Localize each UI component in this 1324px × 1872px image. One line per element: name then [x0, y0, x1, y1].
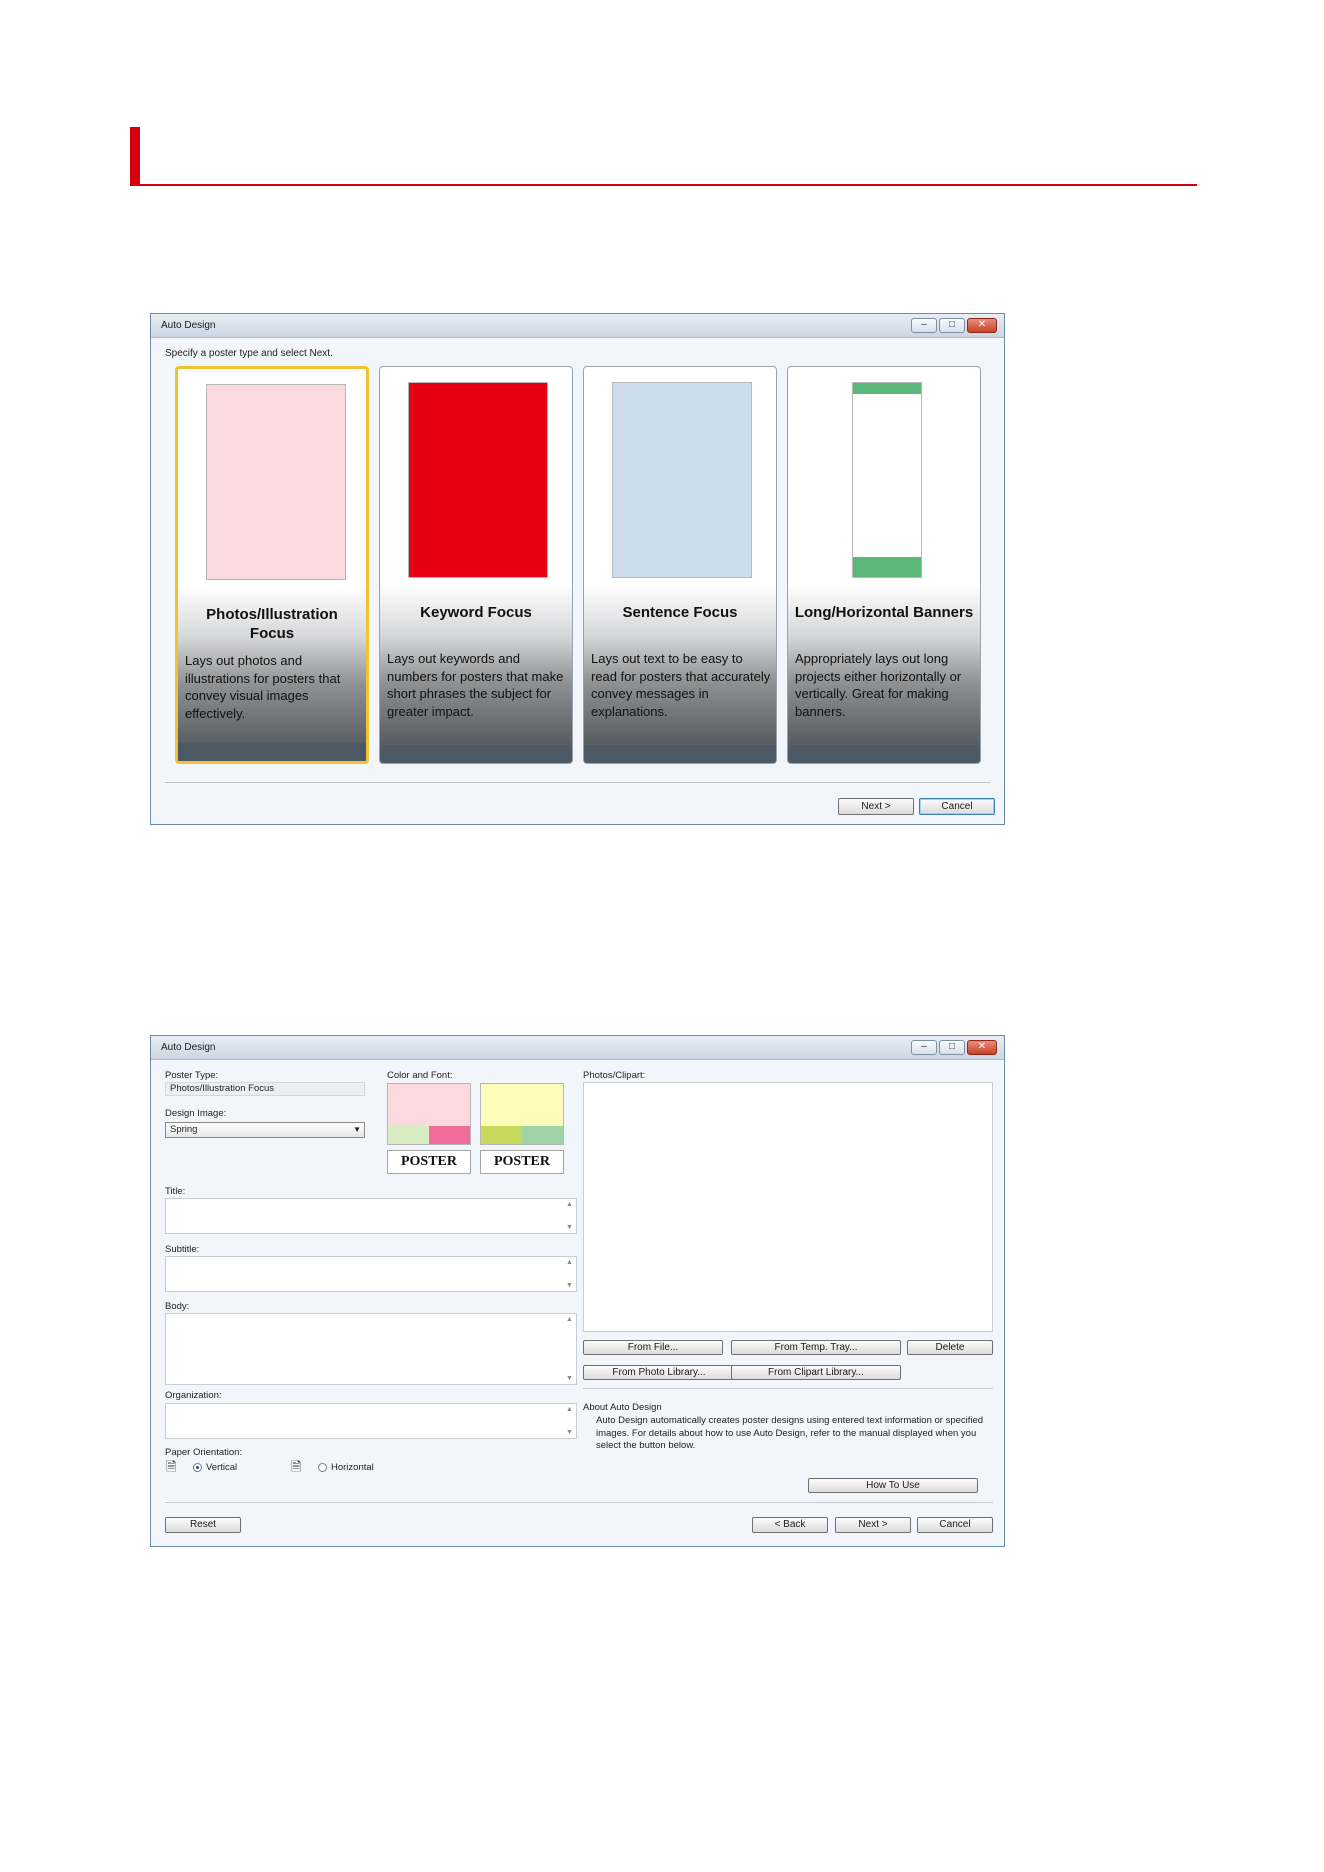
- minimize-icon[interactable]: –: [911, 1040, 937, 1055]
- heading-rule: [130, 184, 1197, 186]
- card-title: Keyword Focus: [420, 604, 532, 621]
- horizontal-radio[interactable]: [318, 1463, 327, 1472]
- card-description: Lays out photos and illustrations for po…: [185, 653, 341, 721]
- color-font-swatch-1[interactable]: [387, 1083, 471, 1145]
- poster-preview: [206, 384, 346, 580]
- horizontal-label[interactable]: Horizontal: [331, 1462, 374, 1473]
- chevron-down-icon: ▼: [353, 1125, 361, 1134]
- vertical-radio[interactable]: [193, 1463, 202, 1472]
- card-footer: [584, 745, 776, 763]
- design-image-dropdown[interactable]: Spring ▼: [165, 1122, 365, 1138]
- instruction-text: Specify a poster type and select Next.: [165, 348, 333, 359]
- card-title: Sentence Focus: [622, 604, 738, 621]
- scrollbar[interactable]: ▲ ▼: [565, 1406, 574, 1436]
- title-bar: Auto Design – □ ✕: [151, 314, 1004, 338]
- subtitle-label: Subtitle:: [165, 1244, 200, 1255]
- card-footer: [380, 745, 572, 763]
- swatch-accent-color: [481, 1126, 522, 1144]
- about-auto-design-text: Auto Design automatically creates poster…: [596, 1415, 984, 1451]
- scrollbar[interactable]: ▲ ▼: [565, 1259, 574, 1289]
- close-icon[interactable]: ✕: [967, 318, 997, 333]
- cancel-button[interactable]: Cancel: [919, 798, 995, 815]
- heading-marker: [130, 127, 140, 185]
- next-button[interactable]: Next >: [838, 798, 914, 815]
- poster-type-card-sentence[interactable]: Sentence Focus Lays out text to be easy …: [583, 366, 777, 764]
- swatch-main-color: [481, 1084, 563, 1128]
- swatch-accent-color: [522, 1126, 563, 1144]
- close-icon[interactable]: ✕: [967, 1040, 997, 1055]
- landscape-page-icon: 🗎: [291, 1459, 302, 1474]
- poster-type-label: Poster Type:: [165, 1070, 219, 1081]
- font-sample-2[interactable]: POSTER: [480, 1150, 564, 1174]
- title-field[interactable]: ▲ ▼: [165, 1198, 577, 1234]
- banner-stripe-bottom: [853, 557, 921, 577]
- from-photo-library-button[interactable]: From Photo Library...: [583, 1365, 735, 1380]
- auto-design-content-dialog: Auto Design – □ ✕ Poster Type: Photos/Il…: [150, 1035, 1005, 1547]
- card-title: Photos/Illustration Focus: [206, 606, 338, 642]
- how-to-use-button[interactable]: How To Use: [808, 1478, 978, 1493]
- scrollbar[interactable]: ▲ ▼: [565, 1201, 574, 1231]
- maximize-icon[interactable]: □: [939, 1040, 965, 1055]
- body-label: Body:: [165, 1301, 190, 1312]
- poster-type-card-photos[interactable]: Photos/Illustration Focus Lays out photo…: [175, 366, 369, 764]
- window-title: Auto Design: [161, 320, 216, 331]
- font-sample-1[interactable]: POSTER: [387, 1150, 471, 1174]
- next-button[interactable]: Next >: [835, 1517, 911, 1533]
- swatch-accent-color: [429, 1126, 470, 1144]
- divider: [165, 1502, 993, 1503]
- card-footer: [178, 743, 366, 761]
- color-font-swatch-2[interactable]: [480, 1083, 564, 1145]
- from-temp-tray-button[interactable]: From Temp. Tray...: [731, 1340, 901, 1355]
- auto-design-type-dialog: Auto Design – □ ✕ Specify a poster type …: [150, 313, 1005, 825]
- swatch-main-color: [388, 1084, 470, 1128]
- back-button[interactable]: < Back: [752, 1517, 828, 1533]
- card-description: Lays out text to be easy to read for pos…: [591, 651, 771, 719]
- color-font-label: Color and Font:: [387, 1070, 453, 1081]
- poster-type-card-banners[interactable]: Long/Horizontal Banners Appropriately la…: [787, 366, 981, 764]
- title-bar: Auto Design – □ ✕: [151, 1036, 1004, 1060]
- poster-type-card-keyword[interactable]: Keyword Focus Lays out keywords and numb…: [379, 366, 573, 764]
- banner-preview: [852, 382, 922, 578]
- body-field[interactable]: ▲ ▼: [165, 1313, 577, 1385]
- poster-preview: [612, 382, 752, 578]
- photos-clipart-area[interactable]: [583, 1082, 993, 1332]
- reset-button[interactable]: Reset: [165, 1517, 241, 1533]
- cancel-button[interactable]: Cancel: [917, 1517, 993, 1533]
- title-label: Title:: [165, 1186, 186, 1197]
- paper-orientation-label: Paper Orientation:: [165, 1447, 243, 1458]
- portrait-page-icon: 🗎: [166, 1459, 177, 1474]
- card-description: Lays out keywords and numbers for poster…: [387, 651, 564, 719]
- from-clipart-library-button[interactable]: From Clipart Library...: [731, 1365, 901, 1380]
- organization-field[interactable]: ▲ ▼: [165, 1403, 577, 1439]
- subtitle-field[interactable]: ▲ ▼: [165, 1256, 577, 1292]
- card-description: Appropriately lays out long projects eit…: [795, 651, 962, 719]
- vertical-label[interactable]: Vertical: [206, 1462, 237, 1473]
- delete-button[interactable]: Delete: [907, 1340, 993, 1355]
- design-image-value: Spring: [170, 1124, 198, 1135]
- poster-type-value: Photos/Illustration Focus: [165, 1082, 365, 1096]
- banner-stripe-top: [853, 383, 921, 394]
- scrollbar[interactable]: ▲ ▼: [565, 1316, 574, 1382]
- organization-label: Organization:: [165, 1390, 222, 1401]
- poster-preview: [408, 382, 548, 578]
- card-title: Long/Horizontal Banners: [794, 604, 974, 621]
- from-file-button[interactable]: From File...: [583, 1340, 723, 1355]
- photos-clipart-label: Photos/Clipart:: [583, 1070, 646, 1081]
- maximize-icon[interactable]: □: [939, 318, 965, 333]
- swatch-accent-color: [388, 1126, 429, 1144]
- window-title: Auto Design: [161, 1042, 216, 1053]
- divider: [583, 1388, 993, 1389]
- divider: [165, 782, 990, 783]
- minimize-icon[interactable]: –: [911, 318, 937, 333]
- card-footer: [788, 745, 980, 763]
- design-image-label: Design Image:: [165, 1108, 227, 1119]
- about-auto-design-heading: About Auto Design: [583, 1402, 662, 1413]
